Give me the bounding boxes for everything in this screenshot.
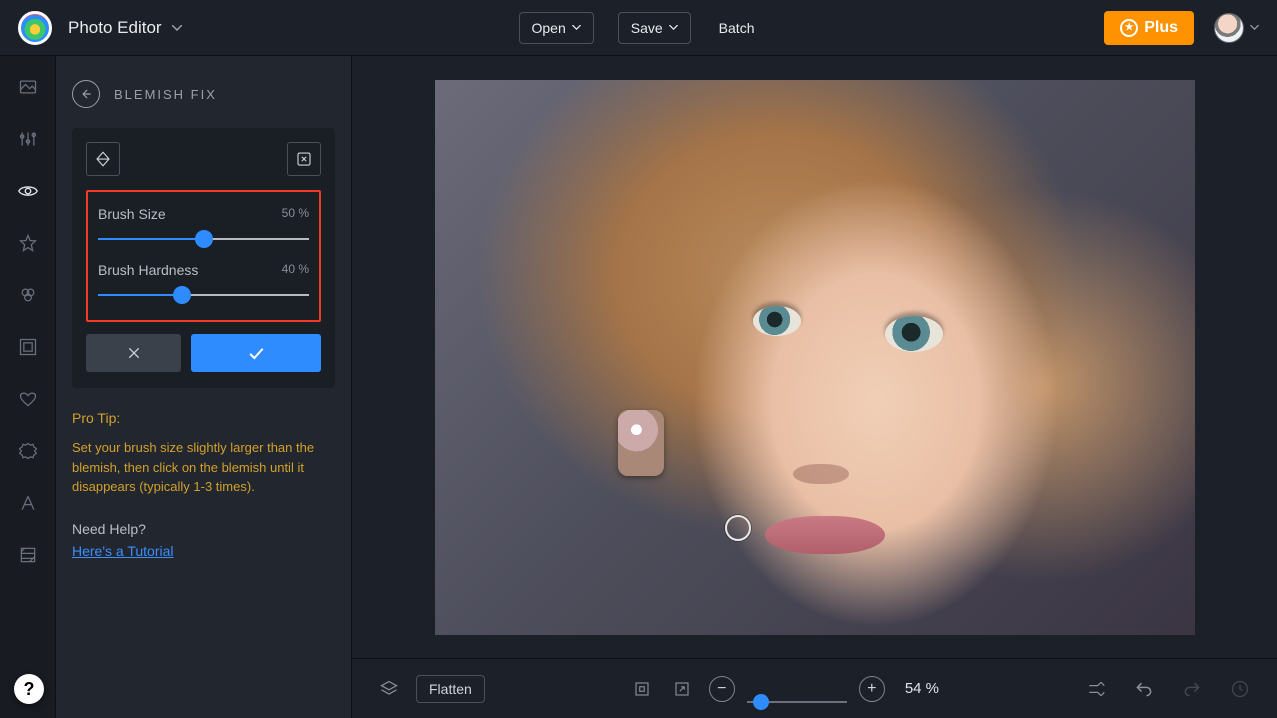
panel-header: BLEMISH FIX [72, 80, 335, 108]
batch-button[interactable]: Batch [715, 12, 759, 44]
save-label: Save [631, 20, 663, 36]
star-icon[interactable] [17, 232, 39, 254]
flatten-label: Flatten [429, 681, 472, 697]
top-right: ★ Plus [1104, 11, 1259, 45]
need-help-label: Need Help? [72, 521, 335, 537]
effect-icon[interactable] [17, 284, 39, 306]
tool-side-panel: BLEMISH FIX Brush Size 50 % Brush Hardne… [56, 56, 352, 718]
undo-icon[interactable] [1131, 676, 1157, 702]
chevron-down-icon [572, 25, 581, 30]
help-icon: ? [24, 679, 35, 700]
help-button[interactable]: ? [14, 674, 44, 704]
brush-size-slider[interactable] [98, 230, 309, 248]
image-tool-icon[interactable] [17, 76, 39, 98]
open-button[interactable]: Open [519, 12, 594, 44]
app-title-dropdown[interactable]: Photo Editor [68, 18, 182, 38]
eye-retouch-icon[interactable] [17, 180, 39, 202]
plus-label: Plus [1144, 19, 1178, 37]
bottom-bar: Flatten − + 54 % [352, 658, 1277, 718]
save-button[interactable]: Save [618, 12, 691, 44]
panel-title: BLEMISH FIX [114, 87, 217, 102]
heart-icon[interactable] [17, 388, 39, 410]
canvas-area[interactable] [352, 56, 1277, 658]
text-icon[interactable] [17, 492, 39, 514]
account-menu[interactable] [1214, 13, 1259, 43]
close-icon [126, 345, 142, 361]
fullscreen-icon[interactable] [669, 676, 695, 702]
brush-size-label: Brush Size [98, 206, 166, 222]
brush-cursor-indicator [725, 515, 751, 541]
star-icon: ★ [1120, 19, 1138, 37]
settings-icon[interactable] [17, 440, 39, 462]
redo-icon[interactable] [1179, 676, 1205, 702]
zoom-out-button[interactable]: − [709, 676, 735, 702]
compare-toggle-button[interactable] [86, 142, 120, 176]
photo-detail [793, 464, 849, 484]
fit-screen-icon[interactable] [629, 676, 655, 702]
cancel-button[interactable] [86, 334, 181, 372]
zoom-controls: − + 54 % [709, 676, 939, 702]
left-tool-rail [0, 56, 56, 718]
layers-icon[interactable] [376, 676, 402, 702]
photo-detail [618, 410, 664, 476]
texture-icon[interactable] [17, 544, 39, 566]
top-bar: Photo Editor Open Save Batch ★ Plus [0, 0, 1277, 56]
plus-upgrade-button[interactable]: ★ Plus [1104, 11, 1194, 45]
erase-button[interactable] [287, 142, 321, 176]
chevron-down-icon [1250, 25, 1259, 30]
app-logo[interactable] [18, 11, 52, 45]
shuffle-icon[interactable] [1083, 676, 1109, 702]
photo-canvas[interactable] [435, 80, 1195, 635]
brush-hardness-value: 40 % [282, 262, 309, 278]
photo-detail [753, 306, 801, 336]
chevron-down-icon [669, 25, 678, 30]
photo-detail [765, 516, 885, 554]
zoom-in-button[interactable]: + [859, 676, 885, 702]
history-icon[interactable] [1227, 676, 1253, 702]
check-icon [246, 343, 266, 363]
back-button[interactable] [72, 80, 100, 108]
pro-tip-body: Set your brush size slightly larger than… [72, 438, 335, 497]
frame-icon[interactable] [17, 336, 39, 358]
open-label: Open [532, 20, 566, 36]
photo-detail [885, 316, 943, 352]
batch-label: Batch [719, 20, 755, 36]
zoom-value: 54 % [905, 680, 939, 697]
tool-card: Brush Size 50 % Brush Hardness 40 % [72, 128, 335, 388]
top-center-nav: Open Save Batch [519, 12, 759, 44]
apply-button[interactable] [191, 334, 321, 372]
chevron-down-icon [172, 25, 182, 31]
brush-controls-highlight: Brush Size 50 % Brush Hardness 40 % [86, 190, 321, 322]
pro-tip-title: Pro Tip: [72, 410, 335, 426]
brush-hardness-slider[interactable] [98, 286, 309, 304]
flatten-button[interactable]: Flatten [416, 675, 485, 703]
brush-hardness-label: Brush Hardness [98, 262, 198, 278]
tutorial-link[interactable]: Here's a Tutorial [72, 543, 174, 559]
avatar [1214, 13, 1244, 43]
brush-size-value: 50 % [282, 206, 309, 222]
sliders-icon[interactable] [17, 128, 39, 150]
app-title-label: Photo Editor [68, 18, 162, 38]
